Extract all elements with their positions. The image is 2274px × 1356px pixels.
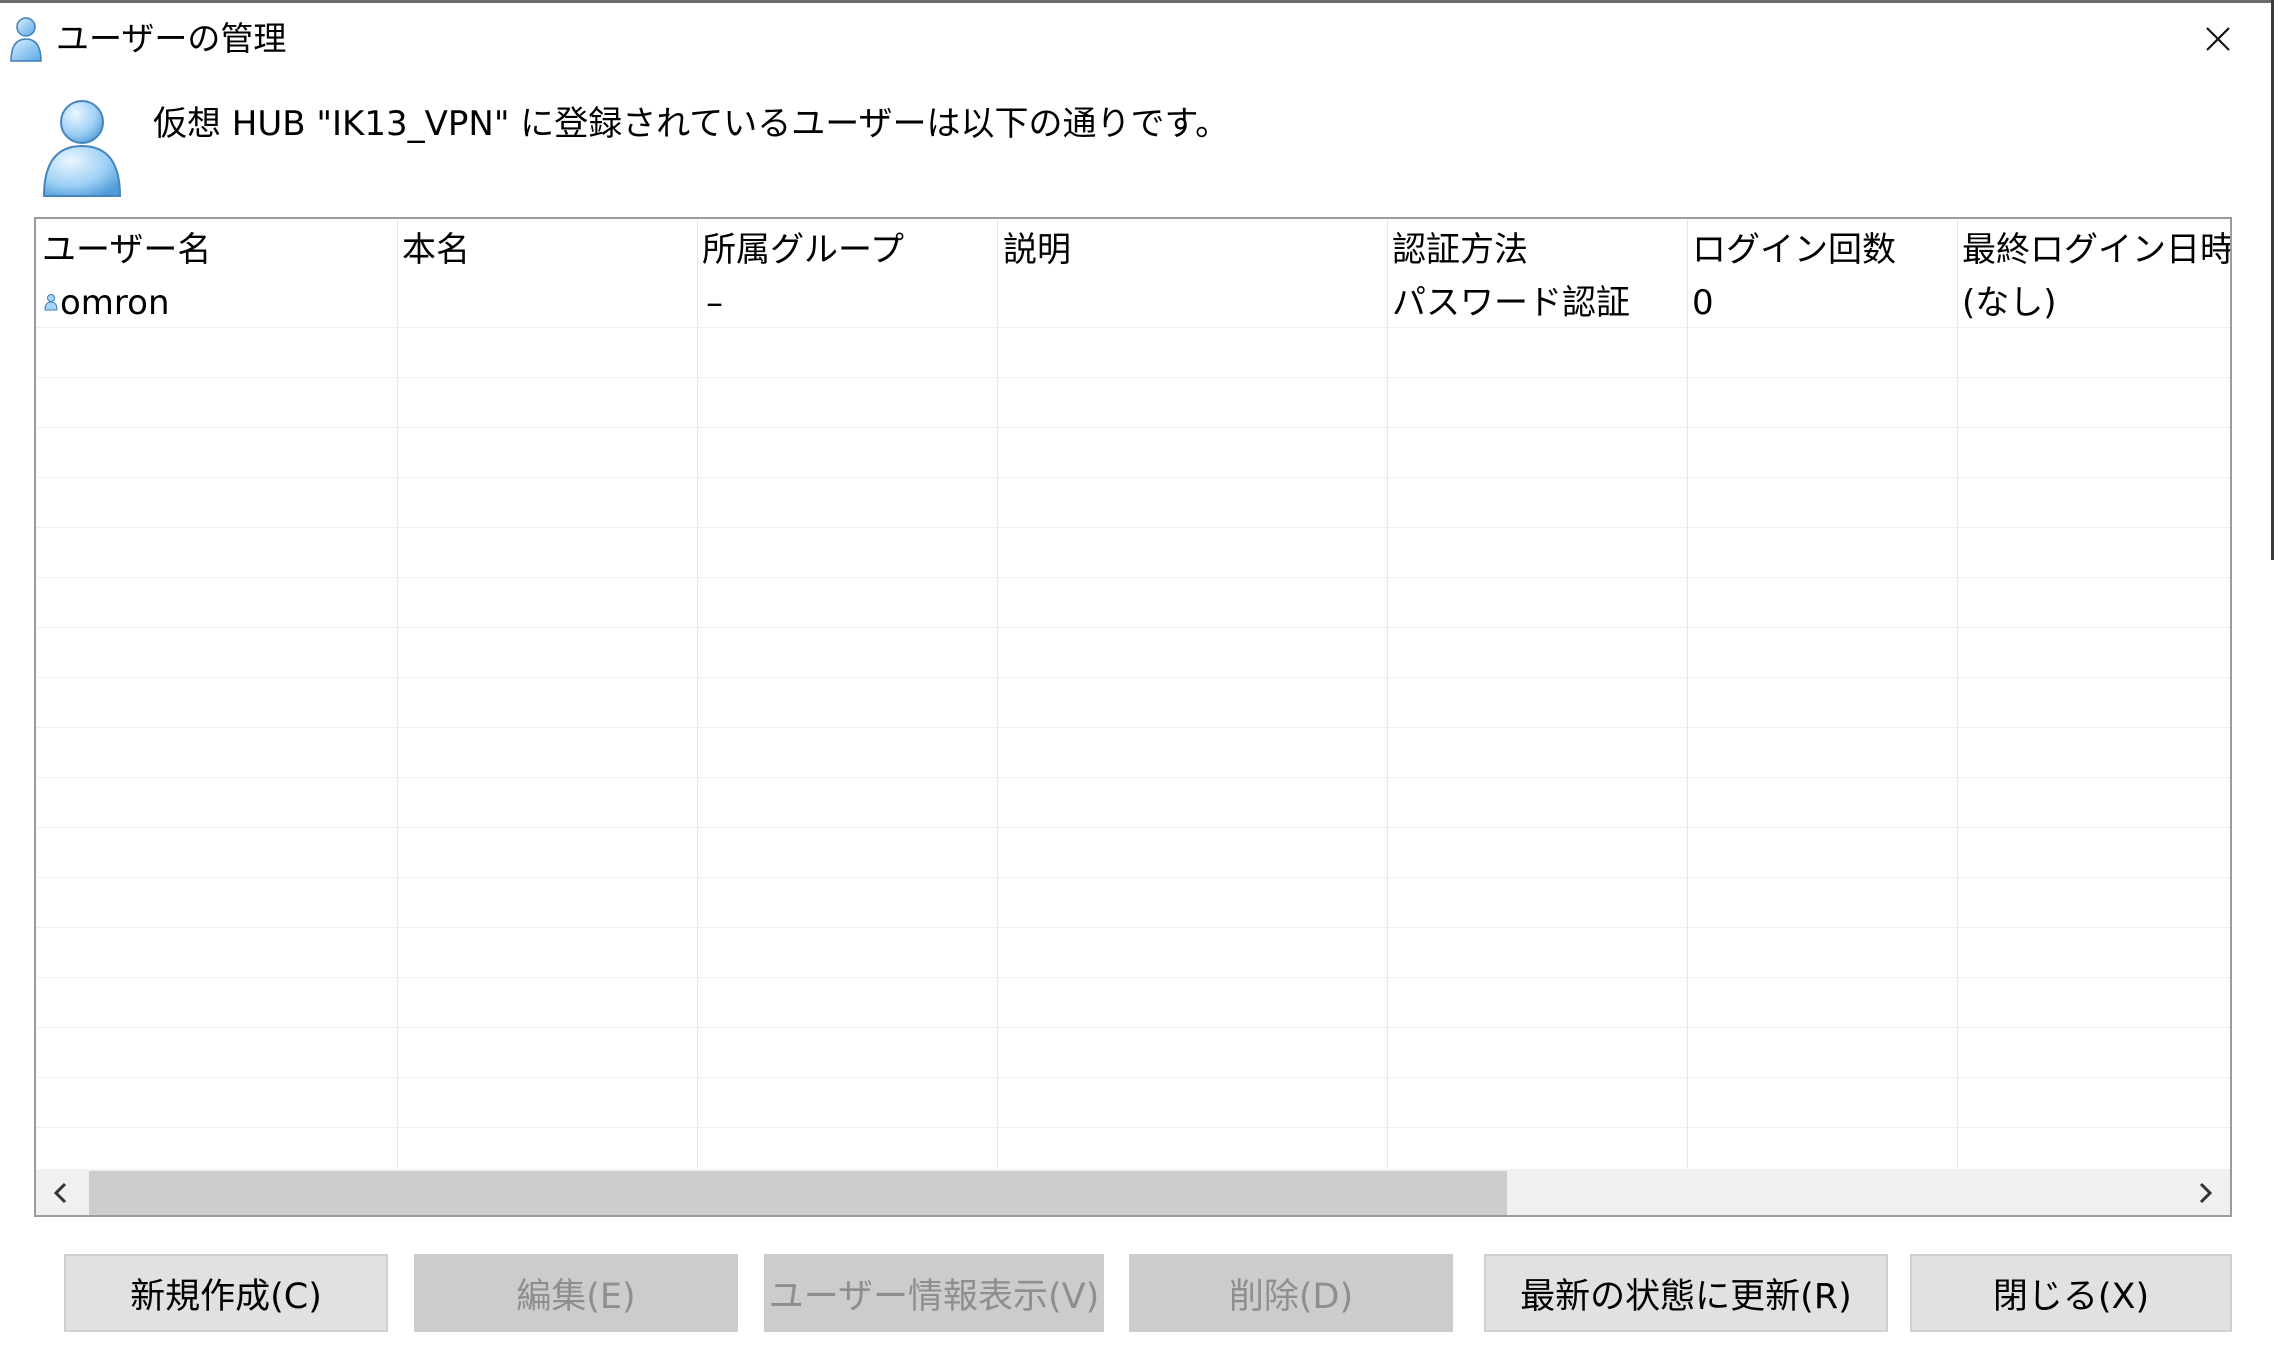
user-table[interactable]: ユーザー名 本名 所属グループ 説明 認証方法 ログイン回数 最終ログイン日時 … xyxy=(34,217,2232,1217)
cell-user-name: omron xyxy=(60,283,170,323)
cell-login-count: 0 xyxy=(1692,283,1714,323)
delete-button[interactable]: 削除(D) xyxy=(1129,1254,1453,1332)
column-header-group[interactable]: 所属グループ xyxy=(702,228,904,272)
window-title: ユーザーの管理 xyxy=(56,19,287,58)
row-divider xyxy=(36,477,2230,478)
scroll-right-button[interactable] xyxy=(2180,1169,2230,1215)
row-divider xyxy=(36,727,2230,728)
row-divider xyxy=(36,527,2230,528)
row-divider xyxy=(36,927,2230,928)
scroll-left-button[interactable] xyxy=(36,1169,86,1215)
refresh-button[interactable]: 最新の状態に更新(R) xyxy=(1484,1254,1888,1332)
user-icon xyxy=(42,100,122,197)
column-header-description[interactable]: 説明 xyxy=(1003,228,1071,272)
table-row[interactable]: omron – パスワード認証 0 (なし) xyxy=(36,279,2230,327)
horizontal-scrollbar[interactable] xyxy=(36,1169,2230,1215)
row-divider xyxy=(36,827,2230,828)
row-divider xyxy=(36,1027,2230,1028)
row-divider xyxy=(36,1127,2230,1128)
chevron-right-icon xyxy=(2199,1182,2213,1204)
row-divider xyxy=(36,677,2230,678)
row-divider xyxy=(36,327,2230,328)
row-divider xyxy=(36,377,2230,378)
row-divider xyxy=(36,427,2230,428)
chevron-left-icon xyxy=(53,1182,67,1204)
row-divider xyxy=(36,977,2230,978)
table-header: ユーザー名 本名 所属グループ 説明 認証方法 ログイン回数 最終ログイン日時 xyxy=(36,219,2230,275)
new-button[interactable]: 新規作成(C) xyxy=(64,1254,388,1332)
close-dialog-button[interactable]: 閉じる(X) xyxy=(1910,1254,2232,1332)
user-icon xyxy=(44,294,58,311)
edit-button[interactable]: 編集(E) xyxy=(414,1254,738,1332)
cell-group: – xyxy=(706,283,723,323)
title-bar: ユーザーの管理 xyxy=(0,3,2271,71)
row-divider xyxy=(36,627,2230,628)
row-divider xyxy=(36,577,2230,578)
column-header-auth-method[interactable]: 認証方法 xyxy=(1392,228,1528,272)
user-icon xyxy=(10,17,42,62)
close-button[interactable] xyxy=(2192,15,2244,63)
column-header-user-name[interactable]: ユーザー名 xyxy=(42,228,211,272)
column-header-real-name[interactable]: 本名 xyxy=(402,228,470,272)
grid-lines xyxy=(36,219,2230,1169)
header-message: 仮想 HUB "IK13_VPN" に登録されているユーザーは以下の通りです。 xyxy=(153,104,1230,144)
column-header-login-count[interactable]: ログイン回数 xyxy=(1692,228,1896,272)
row-divider xyxy=(36,1077,2230,1078)
column-header-last-login[interactable]: 最終ログイン日時 xyxy=(1962,228,2230,272)
row-divider xyxy=(36,877,2230,878)
cell-last-login: (なし) xyxy=(1962,283,2057,323)
user-management-dialog: ユーザーの管理 仮想 HUB "IK13_VPN" に登録されているユーザーは以… xyxy=(0,0,2274,1356)
close-icon xyxy=(2206,27,2230,51)
cell-auth-method: パスワード認証 xyxy=(1392,283,1630,323)
view-user-info-button[interactable]: ユーザー情報表示(V) xyxy=(764,1254,1104,1332)
row-divider xyxy=(36,777,2230,778)
scroll-thumb[interactable] xyxy=(89,1171,1507,1215)
